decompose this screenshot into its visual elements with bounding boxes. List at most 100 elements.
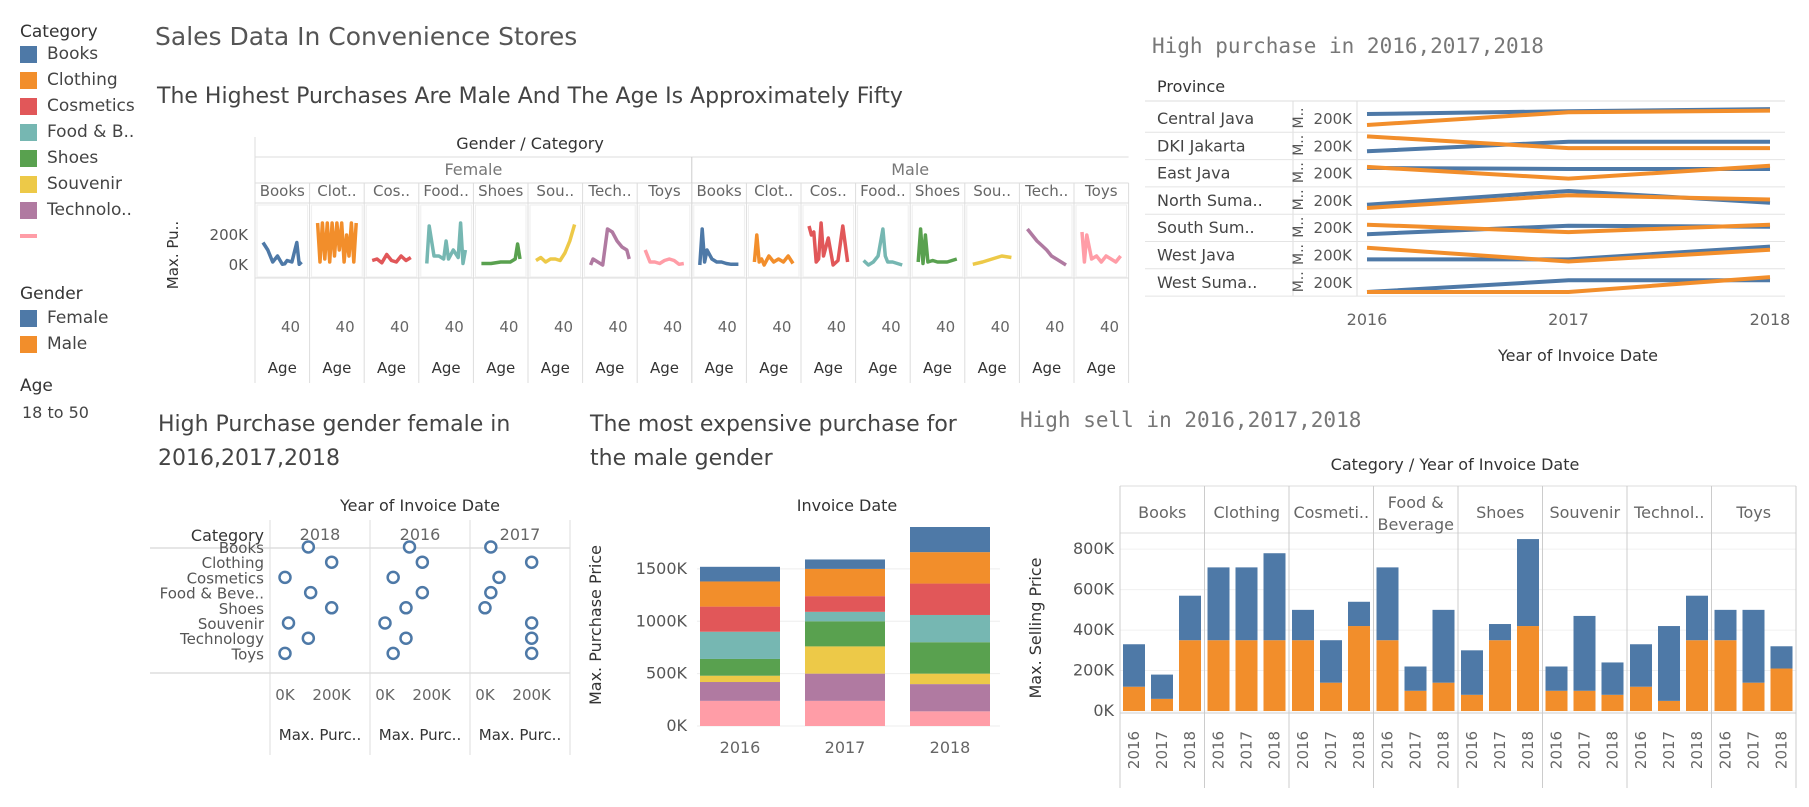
x-tick: 2017 [1322,731,1340,769]
x-tick: 2018 [1519,731,1537,769]
legend-item-4: Shoes [20,148,140,168]
dot-point [281,616,296,630]
female-dot-plot: Year of Invoice DateCategoryBooksClothin… [150,496,571,755]
legend-item-1: Clothing [20,70,140,90]
x-tick: 2016 [1717,731,1735,769]
x-tick: 2016 [1463,731,1481,769]
female-chart-title: High Purchase gender female in 2016,2017… [158,412,511,471]
x-tick: 2017 [1407,731,1425,769]
legend-swatch [20,98,37,115]
x-tick: 40 [718,318,737,336]
category-header: Shoes [1476,503,1524,522]
bar-male [1714,640,1737,711]
x-axis-label: Age [432,359,461,377]
x-tick: 2018 [1181,731,1199,769]
dot-point [303,585,318,600]
bar-female [1714,609,1737,641]
chart-title: Invoice Date [797,496,898,515]
dot-point [415,585,430,600]
x-tick: 2018 [1350,731,1368,769]
x-tick: 2017 [825,738,866,757]
legend-label: Technolo.. [47,200,132,220]
x-axis-label: Age [595,359,624,377]
dot-point [399,631,413,645]
x-tick: 40 [390,318,409,336]
bar-female [1151,674,1173,699]
x-tick: 0K [475,686,496,704]
bar-female [1630,644,1652,687]
legend-label: Cosmetics [47,96,135,116]
y-tick: 600K [1073,580,1115,599]
x-tick: 2017 [1576,731,1594,769]
measure-label: M.. [1291,162,1307,183]
bar-male [1348,626,1370,711]
category-header: Food.. [423,182,469,200]
row-header: Province [1157,77,1225,96]
stack-segment-clothing [910,552,990,584]
x-tick: 40 [499,318,518,336]
dot-point [399,601,413,615]
panel-frame [365,204,418,278]
x-tick: 2018 [1773,731,1791,769]
gender-header: Female [444,160,502,179]
dot-point [415,555,430,569]
stack-segment-books [700,566,780,582]
x-tick: 40 [882,318,901,336]
x-tick: 40 [1045,318,1064,336]
bar-female [1601,662,1624,695]
x-tick: 40 [336,318,355,336]
x-tick: 2017 [1745,731,1763,769]
legend-item-6: Technolo.. [20,200,140,220]
series-line-male-2 [807,221,850,267]
bar-female [1432,609,1455,683]
x-axis-label: Age [486,359,515,377]
measure-label: M.. [1291,271,1307,292]
x-axis-label: Age [814,359,843,377]
x-tick: 2017 [1548,310,1589,329]
province-label: North Suma.. [1157,191,1263,210]
legend-label: Male [47,334,88,354]
x-axis-label: Age [923,359,952,377]
bar-male [1545,690,1568,711]
category-header: Sou.. [973,182,1011,200]
bar-male [1404,690,1427,711]
dot-point [324,601,339,615]
x-tick: 40 [281,318,300,336]
x-tick: 2016 [1548,731,1566,769]
bar-female [1517,539,1539,627]
dot-point [524,646,539,661]
x-axis-label: Max. Purc.. [479,726,561,744]
dot-point [386,570,400,585]
series-line-male-3 [862,227,903,267]
dot-point [524,616,539,630]
y-tick: 200K [1314,219,1354,237]
series-line-female-2 [371,252,412,265]
bar-male [1235,640,1258,711]
legend-age-value: 18 to 50 [22,403,89,422]
x-axis-label: Age [1032,359,1061,377]
stack-segment-technology [805,673,885,701]
x-tick: 2016 [1125,731,1143,769]
x-axis-label: Year of Invoice Date [1497,346,1658,365]
legend-swatch [20,72,37,89]
legend-item-7 [20,226,140,246]
bar-male [1686,640,1708,711]
x-axis-label: Max. Purc.. [279,726,361,744]
y-tick: 0K [1093,701,1114,720]
y-tick: 200K [1314,137,1354,155]
y-axis-label: Max. Purchase Price [586,545,605,705]
province-line-chart: Province Central Java M.. 200K DKI Jakarta M.… [1145,77,1790,365]
gender-header: Male [891,160,929,179]
stack-segment-souvenir [805,646,885,674]
bar-male [1489,640,1511,711]
dot-point [378,616,392,630]
dot-point [484,585,498,600]
x-tick: 2017 [1491,731,1509,769]
series-line-female-6 [588,227,631,267]
y-tick: 0K [229,256,250,274]
column-header: Year of Invoice Date [339,496,500,515]
legend-label: Books [47,44,99,64]
legend-swatch [20,234,37,238]
bar-male [1320,682,1342,711]
x-axis-label: Age [759,359,788,377]
